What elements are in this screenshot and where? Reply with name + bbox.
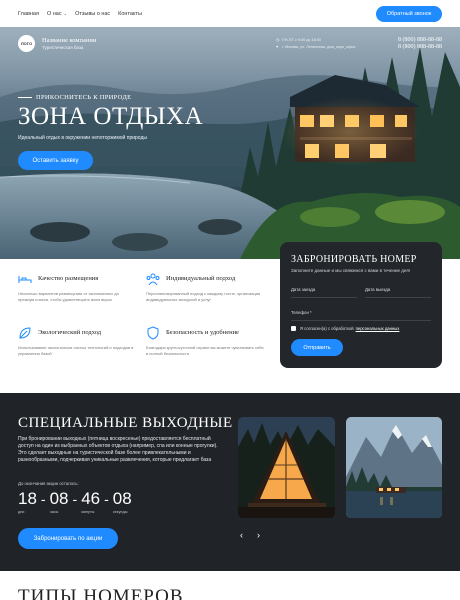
top-nav: Главная О нас ⌄ Отзывы о нас Контакты Об… bbox=[0, 0, 460, 27]
bed-icon bbox=[18, 276, 32, 283]
logo[interactable]: ЛОГО bbox=[18, 34, 35, 52]
consent-text: Я согласен(а) с обработкой bbox=[300, 326, 354, 331]
feature-title: Безопасность и удобнение bbox=[166, 329, 239, 336]
leave-request-button[interactable]: Оставить заявку bbox=[18, 151, 93, 170]
countdown: 18 дни - 08 часы - 46 минуты - 08 секунды bbox=[18, 489, 132, 515]
leaf-icon bbox=[19, 327, 31, 339]
countdown-hours: 08 часы bbox=[49, 489, 69, 515]
carousel-arrows: ‹ › bbox=[240, 530, 260, 540]
hero-background-image bbox=[0, 47, 460, 259]
phone-1[interactable]: 8 (800) 888-88-88 bbox=[398, 37, 442, 44]
nav-item-reviews[interactable]: Отзывы о нас bbox=[75, 11, 110, 17]
countdown-value: 08 bbox=[112, 489, 132, 508]
departure-date-field[interactable]: Дата выезда bbox=[365, 282, 431, 298]
phone-2[interactable]: 8 (800) 888-88-88 bbox=[398, 44, 442, 51]
countdown-days: 18 дни bbox=[18, 489, 37, 515]
lake-photo[interactable] bbox=[346, 417, 442, 518]
hero-subtitle: Идеальный отдых в окружении непоторжимой… bbox=[18, 135, 147, 141]
countdown-label: часы bbox=[49, 510, 59, 514]
consent-checkbox[interactable] bbox=[291, 326, 296, 331]
nav-item-about-label: О нас bbox=[46, 10, 62, 17]
specials-title: СПЕЦИАЛЬНЫЕ ВЫХОДНЫЕ bbox=[18, 415, 233, 431]
feature-text: Персонализированный подход к каждому гос… bbox=[146, 291, 261, 302]
room-types-title: ТИПЫ НОМЕРОВ bbox=[18, 586, 184, 600]
lake-image bbox=[346, 417, 442, 518]
contact-info: ◷ ПН-ПТ с 9:00 до 18:00 ⌖ г. Москва, ул. Л… bbox=[276, 37, 355, 50]
countdown-label: минуты bbox=[81, 510, 95, 514]
countdown-value: 08 bbox=[49, 489, 69, 508]
feature-text: Использование экологически чистых технол… bbox=[18, 345, 134, 356]
arrival-date-field[interactable]: Дата заезда bbox=[291, 282, 357, 298]
nav-links: Главная О нас ⌄ Отзывы о нас Контакты bbox=[18, 11, 142, 17]
privacy-link[interactable]: персональных данных bbox=[356, 326, 400, 331]
countdown-label: секунды bbox=[112, 510, 128, 514]
feature-title: Индивидуальный подход bbox=[166, 275, 236, 282]
phone-field[interactable]: Телефон * bbox=[291, 305, 431, 321]
callback-button[interactable]: Обратный звонок bbox=[376, 6, 442, 22]
specials-description: При бронировании выходных (пятница воскр… bbox=[18, 436, 218, 463]
phone-numbers: 8 (800) 888-88-88 8 (800) 888-88-88 bbox=[398, 37, 442, 51]
feature-text: Благодаря круглосуточной охране вы может… bbox=[146, 345, 264, 356]
chevron-right-icon[interactable]: › bbox=[257, 530, 260, 540]
feature-text: Несколько вариантов размещения от эконом… bbox=[18, 291, 119, 302]
submit-button[interactable]: Отправить bbox=[291, 339, 343, 356]
hero-title: ЗОНА ОТДЫХА bbox=[18, 103, 204, 130]
nav-item-about[interactable]: О нас ⌄ bbox=[47, 11, 67, 17]
countdown-minutes: 46 минуты bbox=[81, 489, 101, 515]
booking-subtitle: Заполните данные и мы свяжемся с вами в … bbox=[291, 268, 411, 273]
company-subtitle: Туристическая база bbox=[42, 44, 84, 50]
company-name: Название компании bbox=[42, 36, 97, 44]
hero-kicker: ПРИКОСНИТЕСЬ К ПРИРОДЕ bbox=[18, 94, 131, 101]
hero-header: ЛОГО Название компании Туристическая баз… bbox=[18, 32, 442, 54]
countdown-caption: До окончания акции осталось: bbox=[18, 481, 79, 486]
consent-row: Я согласен(а) с обработкой персональных … bbox=[291, 326, 399, 331]
countdown-separator: - bbox=[104, 491, 109, 507]
working-hours: ПН-ПТ с 9:00 до 18:00 bbox=[282, 38, 322, 42]
countdown-separator: - bbox=[72, 491, 78, 507]
kicker-line bbox=[18, 97, 32, 98]
special-weekends-section: СПЕЦИАЛЬНЫЕ ВЫХОДНЫЕ При бронировании вы… bbox=[0, 393, 460, 571]
address: г. Москва, ул. Ленинская, дом_корп_офис bbox=[282, 44, 356, 49]
feature-title: Качество размещения bbox=[38, 275, 99, 282]
booking-title: ЗАБРОНИРОВАТЬ НОМЕР bbox=[291, 254, 417, 265]
feature-title: Экологический подход bbox=[38, 329, 102, 336]
chevron-left-icon[interactable]: ‹ bbox=[240, 530, 243, 540]
chevron-down-icon: ⌄ bbox=[62, 10, 68, 16]
countdown-label: дни bbox=[18, 510, 25, 514]
shield-icon bbox=[147, 326, 159, 340]
countdown-seconds: 08 секунды bbox=[112, 489, 132, 515]
cabin-photo[interactable] bbox=[238, 417, 335, 518]
countdown-value: 18 bbox=[18, 489, 37, 508]
hero-kicker-text: ПРИКОСНИТЕСЬ К ПРИРОДЕ bbox=[36, 94, 132, 101]
nav-item-home[interactable]: Главная bbox=[18, 11, 39, 17]
booking-form: ЗАБРОНИРОВАТЬ НОМЕР Заполните данные и м… bbox=[280, 242, 442, 368]
nav-item-contacts[interactable]: Контакты bbox=[118, 11, 142, 17]
hero-section: ЛОГО Название компании Туристическая баз… bbox=[0, 27, 460, 259]
book-promo-button[interactable]: Забронировать по акции bbox=[18, 528, 118, 549]
people-icon bbox=[146, 273, 160, 286]
cabin-image bbox=[238, 417, 335, 518]
countdown-value: 46 bbox=[81, 489, 101, 508]
brand: Название компании Туристическая база bbox=[42, 37, 96, 50]
countdown-separator: - bbox=[40, 491, 46, 507]
